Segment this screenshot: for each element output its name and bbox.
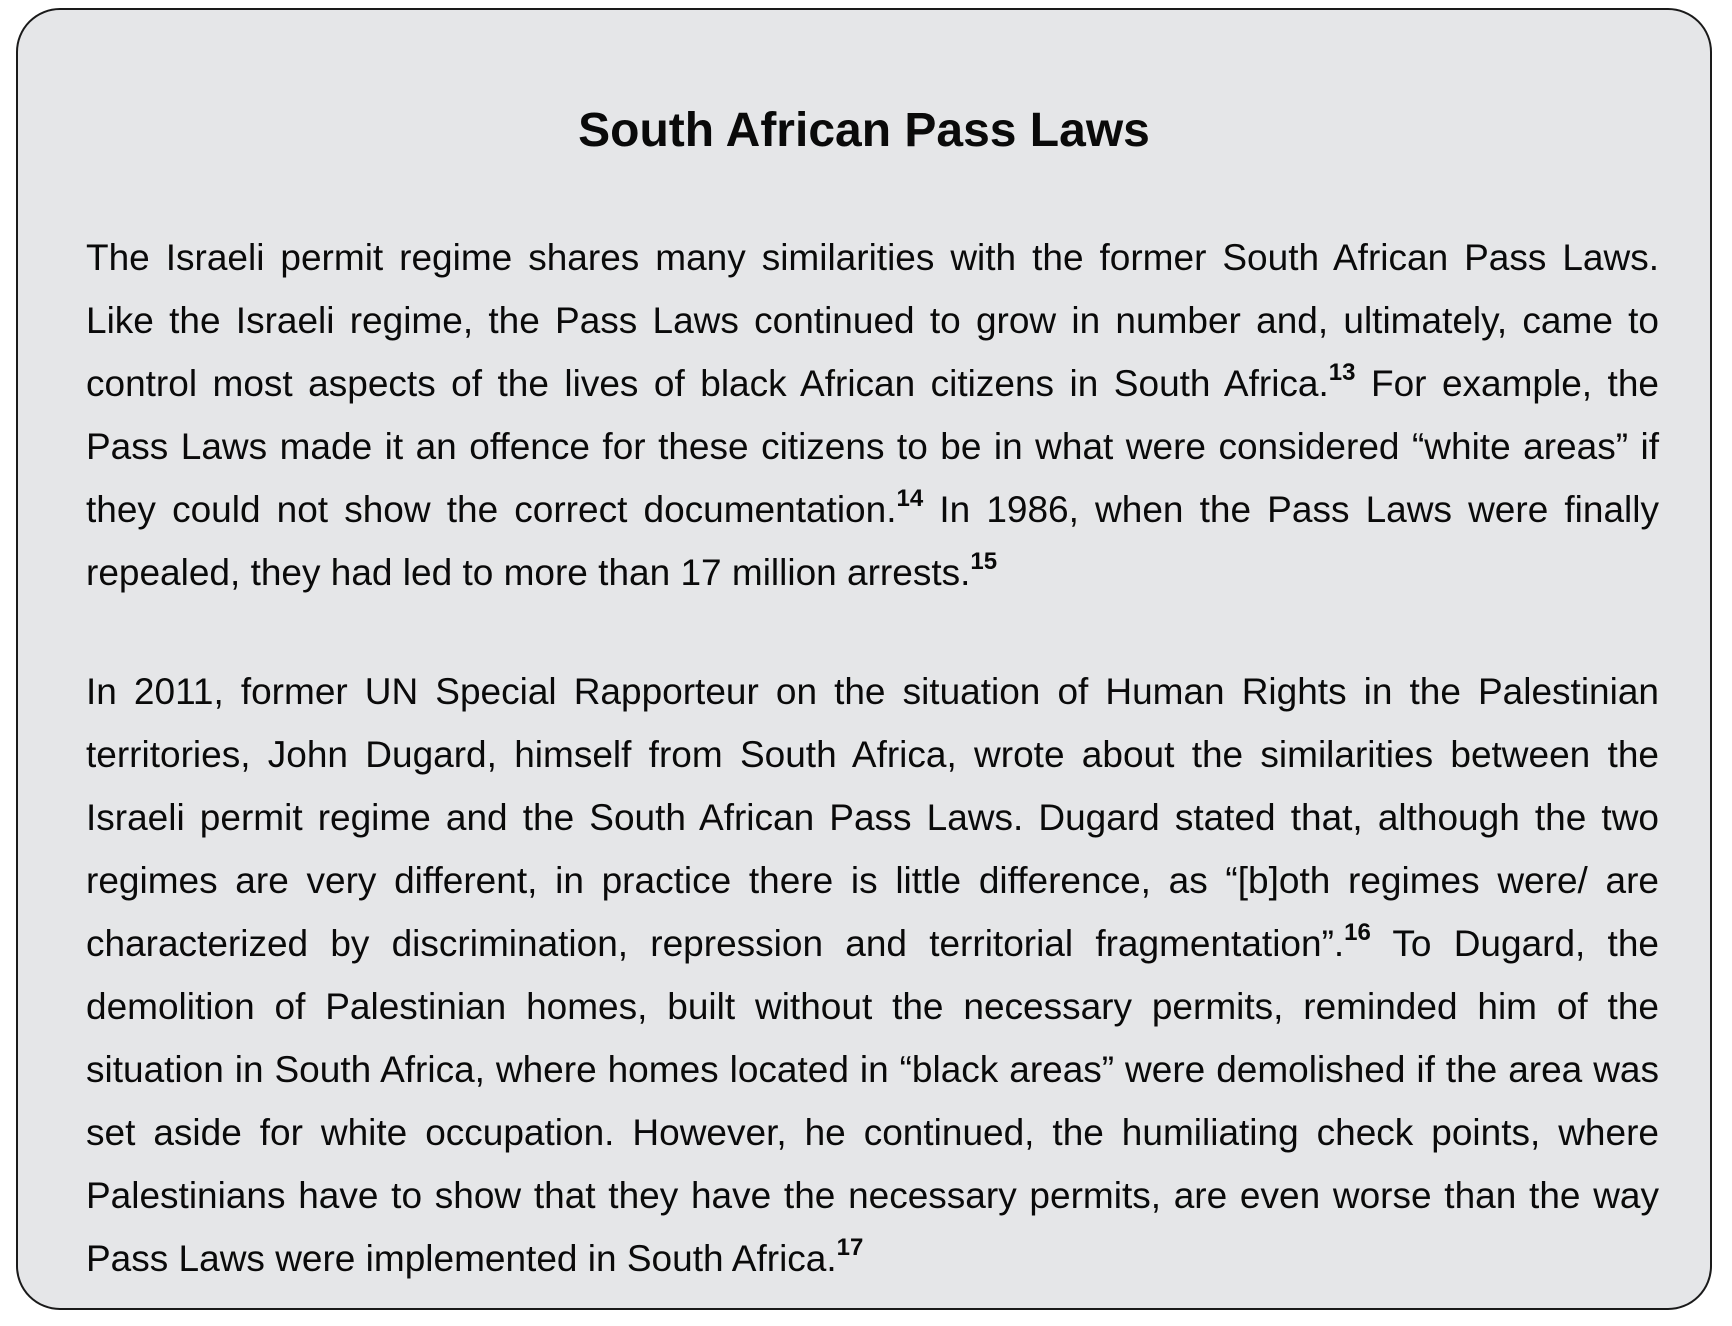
footnote-ref-13[interactable]: 13 [1329,359,1356,386]
paragraph-2: In 2011, former UN Special Rapporteur on… [86,660,1659,1290]
paragraph-1: The Israeli permit regime shares many si… [86,226,1659,604]
box-title: South African Pass Laws [578,104,1150,157]
footnote-ref-14[interactable]: 14 [897,485,924,512]
footnote-ref-16[interactable]: 16 [1344,919,1371,946]
info-box: South African Pass Laws The Israeli perm… [16,8,1712,1310]
paragraph-2-text-b: To Dugard, the demolition of Palestinian… [86,923,1659,1279]
paragraph-2-text-a: In 2011, former UN Special Rapporteur on… [86,671,1659,964]
footnote-ref-17[interactable]: 17 [837,1234,864,1261]
footnote-ref-15[interactable]: 15 [970,548,997,575]
